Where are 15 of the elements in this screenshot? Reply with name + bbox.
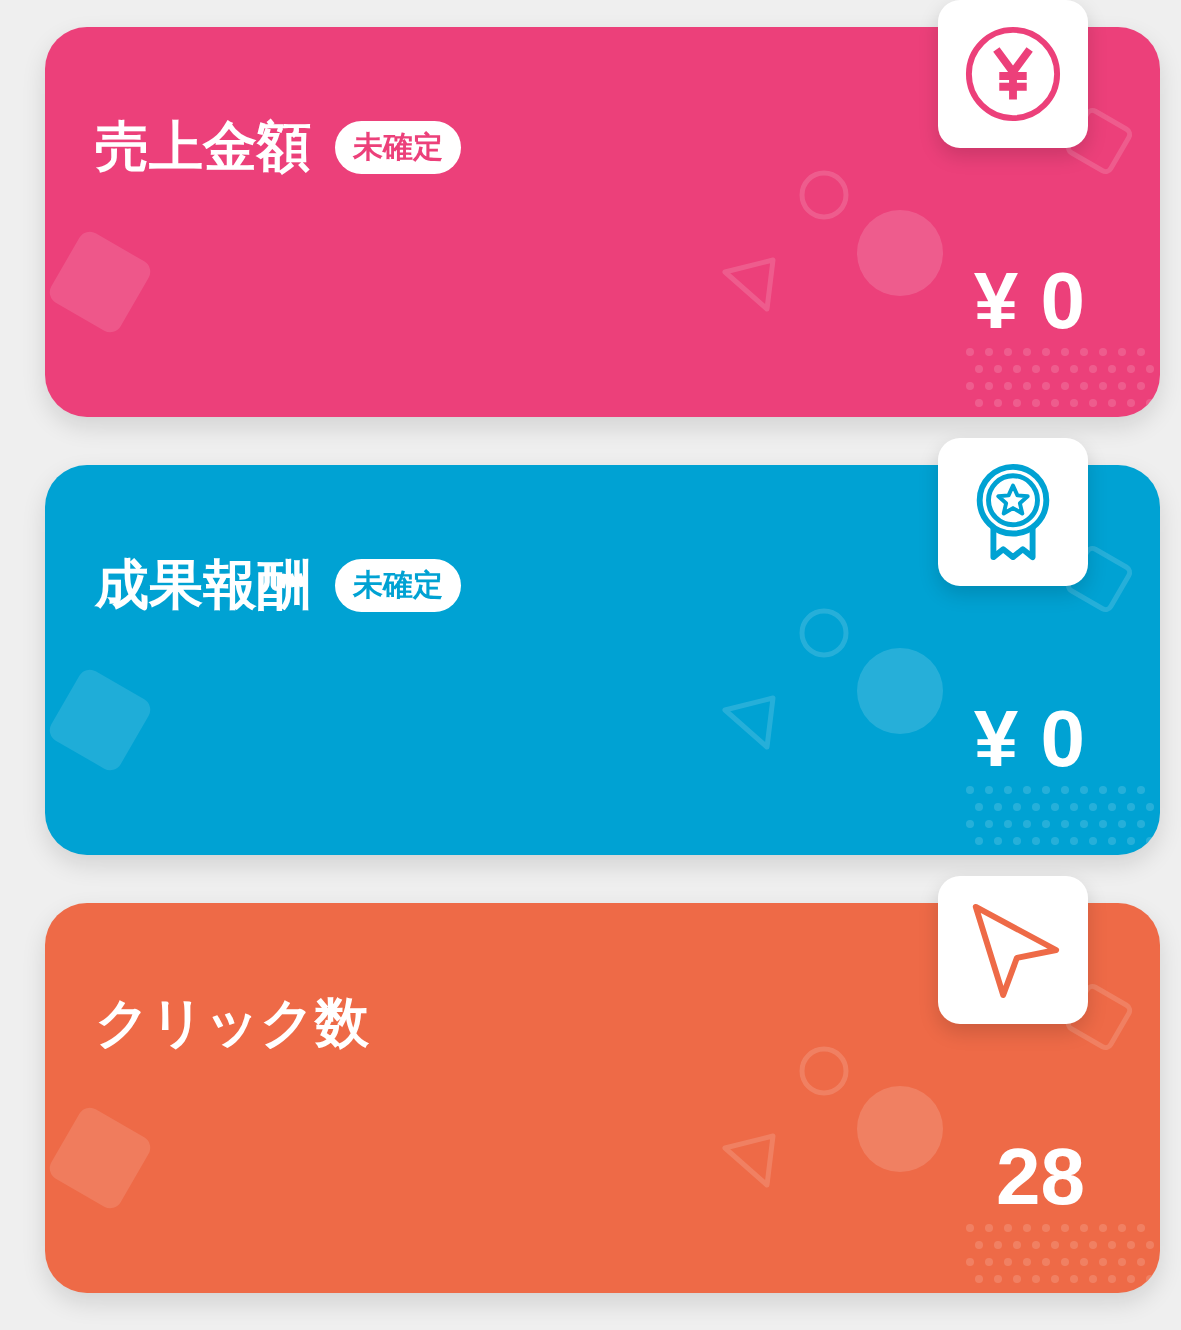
- card-title: クリック数: [95, 990, 369, 1056]
- card-title: 売上金額: [95, 114, 311, 180]
- triangle-shape: [722, 695, 776, 750]
- ring-shape: [799, 1046, 849, 1096]
- stat-value: 28: [996, 1131, 1085, 1223]
- ring-shape: [799, 170, 849, 220]
- status-badge: 未確定: [335, 121, 461, 174]
- yen-coin-icon: [964, 25, 1062, 123]
- status-badge: 未確定: [335, 559, 461, 612]
- triangle-shape: [722, 1133, 776, 1188]
- stat-value: ¥ 0: [973, 693, 1085, 785]
- ring-shape: [799, 608, 849, 658]
- stat-value: ¥ 0: [973, 255, 1085, 347]
- card-title: 成果報酬: [95, 552, 311, 618]
- triangle-shape: [722, 257, 776, 312]
